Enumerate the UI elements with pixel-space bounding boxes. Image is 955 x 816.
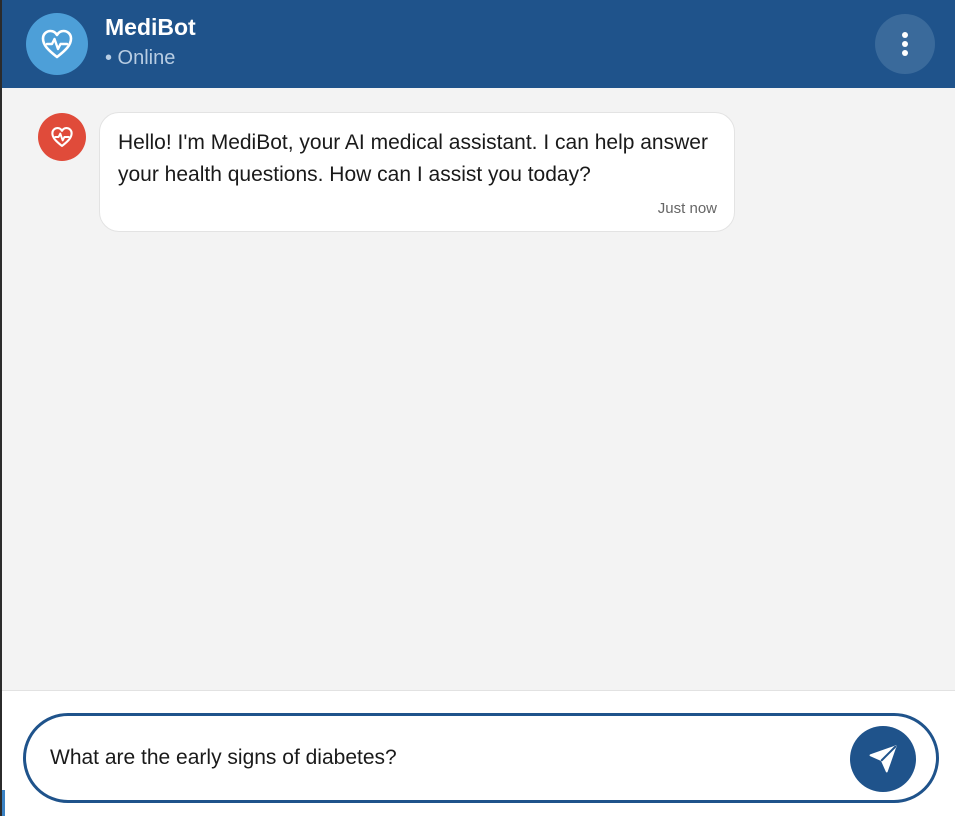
heart-pulse-icon	[41, 29, 73, 59]
send-button[interactable]	[850, 726, 916, 792]
window-edge-accent	[2, 790, 5, 816]
heart-pulse-icon	[51, 127, 73, 147]
message-input-container	[23, 713, 939, 803]
bot-avatar	[38, 113, 86, 161]
bot-message-bubble: Hello! I'm MediBot, your AI medical assi…	[99, 112, 735, 232]
online-status: • Online	[105, 47, 176, 69]
header-title: MediBot	[105, 14, 196, 40]
message-input[interactable]	[50, 736, 830, 780]
header-avatar	[26, 13, 88, 75]
menu-button[interactable]	[875, 14, 935, 74]
more-vertical-icon	[902, 32, 908, 56]
message-timestamp: Just now	[657, 200, 717, 217]
chat-app: MediBot • Online Hello! I'm MediBot, you…	[0, 0, 955, 816]
send-icon	[869, 745, 897, 773]
chat-header: MediBot • Online	[2, 0, 955, 88]
message-text: Hello! I'm MediBot, your AI medical assi…	[118, 131, 708, 186]
composer-bar	[2, 690, 955, 816]
message-list[interactable]: Hello! I'm MediBot, your AI medical assi…	[2, 88, 955, 690]
